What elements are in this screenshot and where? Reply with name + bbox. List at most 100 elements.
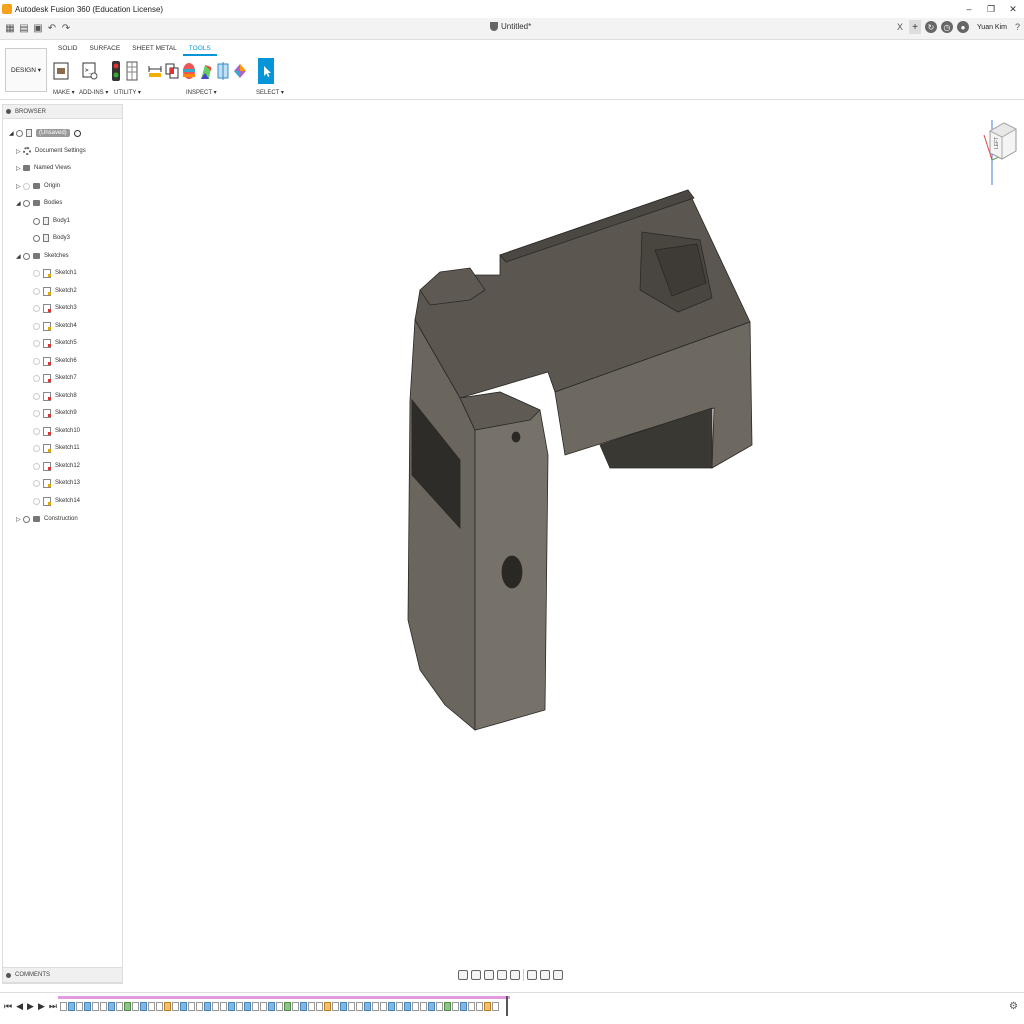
grid-settings-icon[interactable]	[540, 970, 550, 980]
timeline-feature-icon[interactable]	[356, 1002, 363, 1011]
addins-group-label[interactable]: ADD-INS ▾	[79, 89, 108, 96]
grid-menu-icon[interactable]: ▦	[3, 22, 17, 36]
tree-item-document-settings[interactable]: ▷ Document Settings	[16, 144, 86, 158]
activate-radio-icon[interactable]	[73, 129, 81, 137]
timeline-feature-icon[interactable]	[428, 1002, 435, 1011]
workspace-switcher-button[interactable]: DESIGN ▾	[5, 48, 47, 92]
timeline-feature-icon[interactable]	[444, 1002, 451, 1011]
timeline-feature-icon[interactable]	[116, 1002, 123, 1011]
minimize-button[interactable]: –	[958, 0, 980, 18]
redo-icon[interactable]: ↷	[59, 22, 73, 36]
user-account[interactable]: Yuan Kim	[977, 24, 1007, 31]
tree-item-body3[interactable]: Body3	[33, 231, 70, 245]
tree-item-origin[interactable]: ▷ Origin	[16, 179, 60, 193]
timeline-feature-icon[interactable]	[276, 1002, 283, 1011]
timeline-settings-icon[interactable]: ⚙	[1009, 1001, 1018, 1012]
go-to-end-button[interactable]: ⏭	[49, 1001, 57, 1012]
timeline-feature-icon[interactable]	[380, 1002, 387, 1011]
expand-down-icon[interactable]: ◢	[9, 130, 16, 137]
expand-right-icon[interactable]: ▷	[16, 148, 23, 155]
timeline-feature-icon[interactable]	[228, 1002, 235, 1011]
timeline-feature-icon[interactable]	[172, 1002, 179, 1011]
timeline-feature-icon[interactable]	[468, 1002, 475, 1011]
tree-item-sketch[interactable]: Sketch3	[33, 301, 77, 315]
timeline-feature-icon[interactable]	[324, 1002, 331, 1011]
expand-right-icon[interactable]: ▷	[16, 165, 23, 172]
expand-down-icon[interactable]: ◢	[16, 200, 23, 207]
timeline-feature-icon[interactable]	[372, 1002, 379, 1011]
tree-item-sketch[interactable]: Sketch4	[33, 319, 77, 333]
job-status-icon[interactable]: ↻	[925, 21, 938, 33]
model-viewport[interactable]	[124, 100, 1024, 988]
compute-all-button[interactable]	[110, 58, 122, 84]
visibility-icon[interactable]	[23, 252, 30, 260]
close-tab-button[interactable]: X	[897, 22, 903, 32]
timeline-feature-icon[interactable]	[460, 1002, 467, 1011]
tree-root-unsaved[interactable]: ◢ (Unsaved)	[9, 126, 84, 140]
tree-item-named-views[interactable]: ▷ Named Views	[16, 161, 71, 175]
add-comment-icon[interactable]	[6, 972, 11, 978]
timeline-feature-icon[interactable]	[108, 1002, 115, 1011]
tree-item-sketch[interactable]: Sketch1	[33, 266, 77, 280]
new-tab-button[interactable]: +	[909, 20, 922, 34]
tree-item-sketches[interactable]: ◢ Sketches	[16, 249, 69, 263]
expand-down-icon[interactable]: ◢	[16, 253, 23, 260]
data-panel-icon[interactable]: ●	[957, 21, 970, 33]
timeline-feature-icon[interactable]	[100, 1002, 107, 1011]
visibility-icon[interactable]	[33, 322, 40, 330]
visibility-icon[interactable]	[33, 392, 40, 400]
design-canvas[interactable]	[124, 100, 1024, 988]
visibility-icon[interactable]	[33, 427, 40, 435]
go-to-start-button[interactable]: ⏮	[4, 1001, 12, 1012]
timeline-feature-icon[interactable]	[260, 1002, 267, 1011]
expand-right-icon[interactable]: ▷	[16, 516, 23, 523]
save-icon[interactable]: ▣	[31, 22, 45, 36]
scripts-addins-button[interactable]: >_	[82, 58, 98, 84]
timeline-feature-icon[interactable]	[244, 1002, 251, 1011]
timeline-feature-icon[interactable]	[220, 1002, 227, 1011]
visibility-icon[interactable]	[33, 269, 40, 277]
visibility-icon[interactable]	[33, 374, 40, 382]
file-menu-icon[interactable]: ▤	[17, 22, 31, 36]
visibility-icon[interactable]	[33, 357, 40, 365]
document-tab[interactable]: Untitled*	[490, 22, 531, 31]
tree-item-sketch[interactable]: Sketch11	[33, 441, 80, 455]
timeline-feature-icon[interactable]	[404, 1002, 411, 1011]
viewcube[interactable]: LEFT	[980, 115, 1020, 190]
timeline-feature-icon[interactable]	[340, 1002, 347, 1011]
visibility-icon[interactable]	[33, 287, 40, 295]
pan-icon[interactable]	[484, 970, 494, 980]
visibility-icon[interactable]	[33, 497, 40, 505]
tree-item-bodies[interactable]: ◢ Bodies	[16, 196, 62, 210]
timeline-feature-icon[interactable]	[316, 1002, 323, 1011]
timeline-feature-icon[interactable]	[124, 1002, 131, 1011]
timeline-feature-icon[interactable]	[452, 1002, 459, 1011]
viewcube-graphic[interactable]: LEFT	[980, 115, 1020, 190]
timeline-feature-icon[interactable]	[300, 1002, 307, 1011]
tree-item-body1[interactable]: Body1	[33, 214, 70, 228]
visibility-icon[interactable]	[33, 234, 40, 242]
timeline-track[interactable]	[58, 996, 510, 1018]
visibility-icon[interactable]	[33, 339, 40, 347]
visibility-icon[interactable]	[33, 444, 40, 452]
timeline-feature-icon[interactable]	[348, 1002, 355, 1011]
tree-item-sketch[interactable]: Sketch2	[33, 284, 77, 298]
draft-analysis-button[interactable]	[199, 58, 213, 84]
timeline-feature-icon[interactable]	[268, 1002, 275, 1011]
timeline-feature-icon[interactable]	[492, 1002, 499, 1011]
visibility-icon[interactable]	[23, 515, 30, 523]
timeline-feature-icon[interactable]	[292, 1002, 299, 1011]
collapse-icon[interactable]	[6, 109, 11, 114]
interference-button[interactable]	[165, 58, 179, 84]
make-group-label[interactable]: MAKE ▾	[53, 89, 75, 96]
timeline-feature-icon[interactable]	[188, 1002, 195, 1011]
tree-item-sketch[interactable]: Sketch6	[33, 354, 77, 368]
visibility-icon[interactable]	[33, 462, 40, 470]
visibility-icon[interactable]	[33, 217, 40, 225]
timeline-feature-icon[interactable]	[412, 1002, 419, 1011]
visibility-icon[interactable]	[33, 409, 40, 417]
close-button[interactable]: ✕	[1002, 0, 1024, 18]
fit-icon[interactable]	[510, 970, 520, 980]
3d-print-button[interactable]	[53, 58, 69, 84]
timeline-feature-icon[interactable]	[420, 1002, 427, 1011]
